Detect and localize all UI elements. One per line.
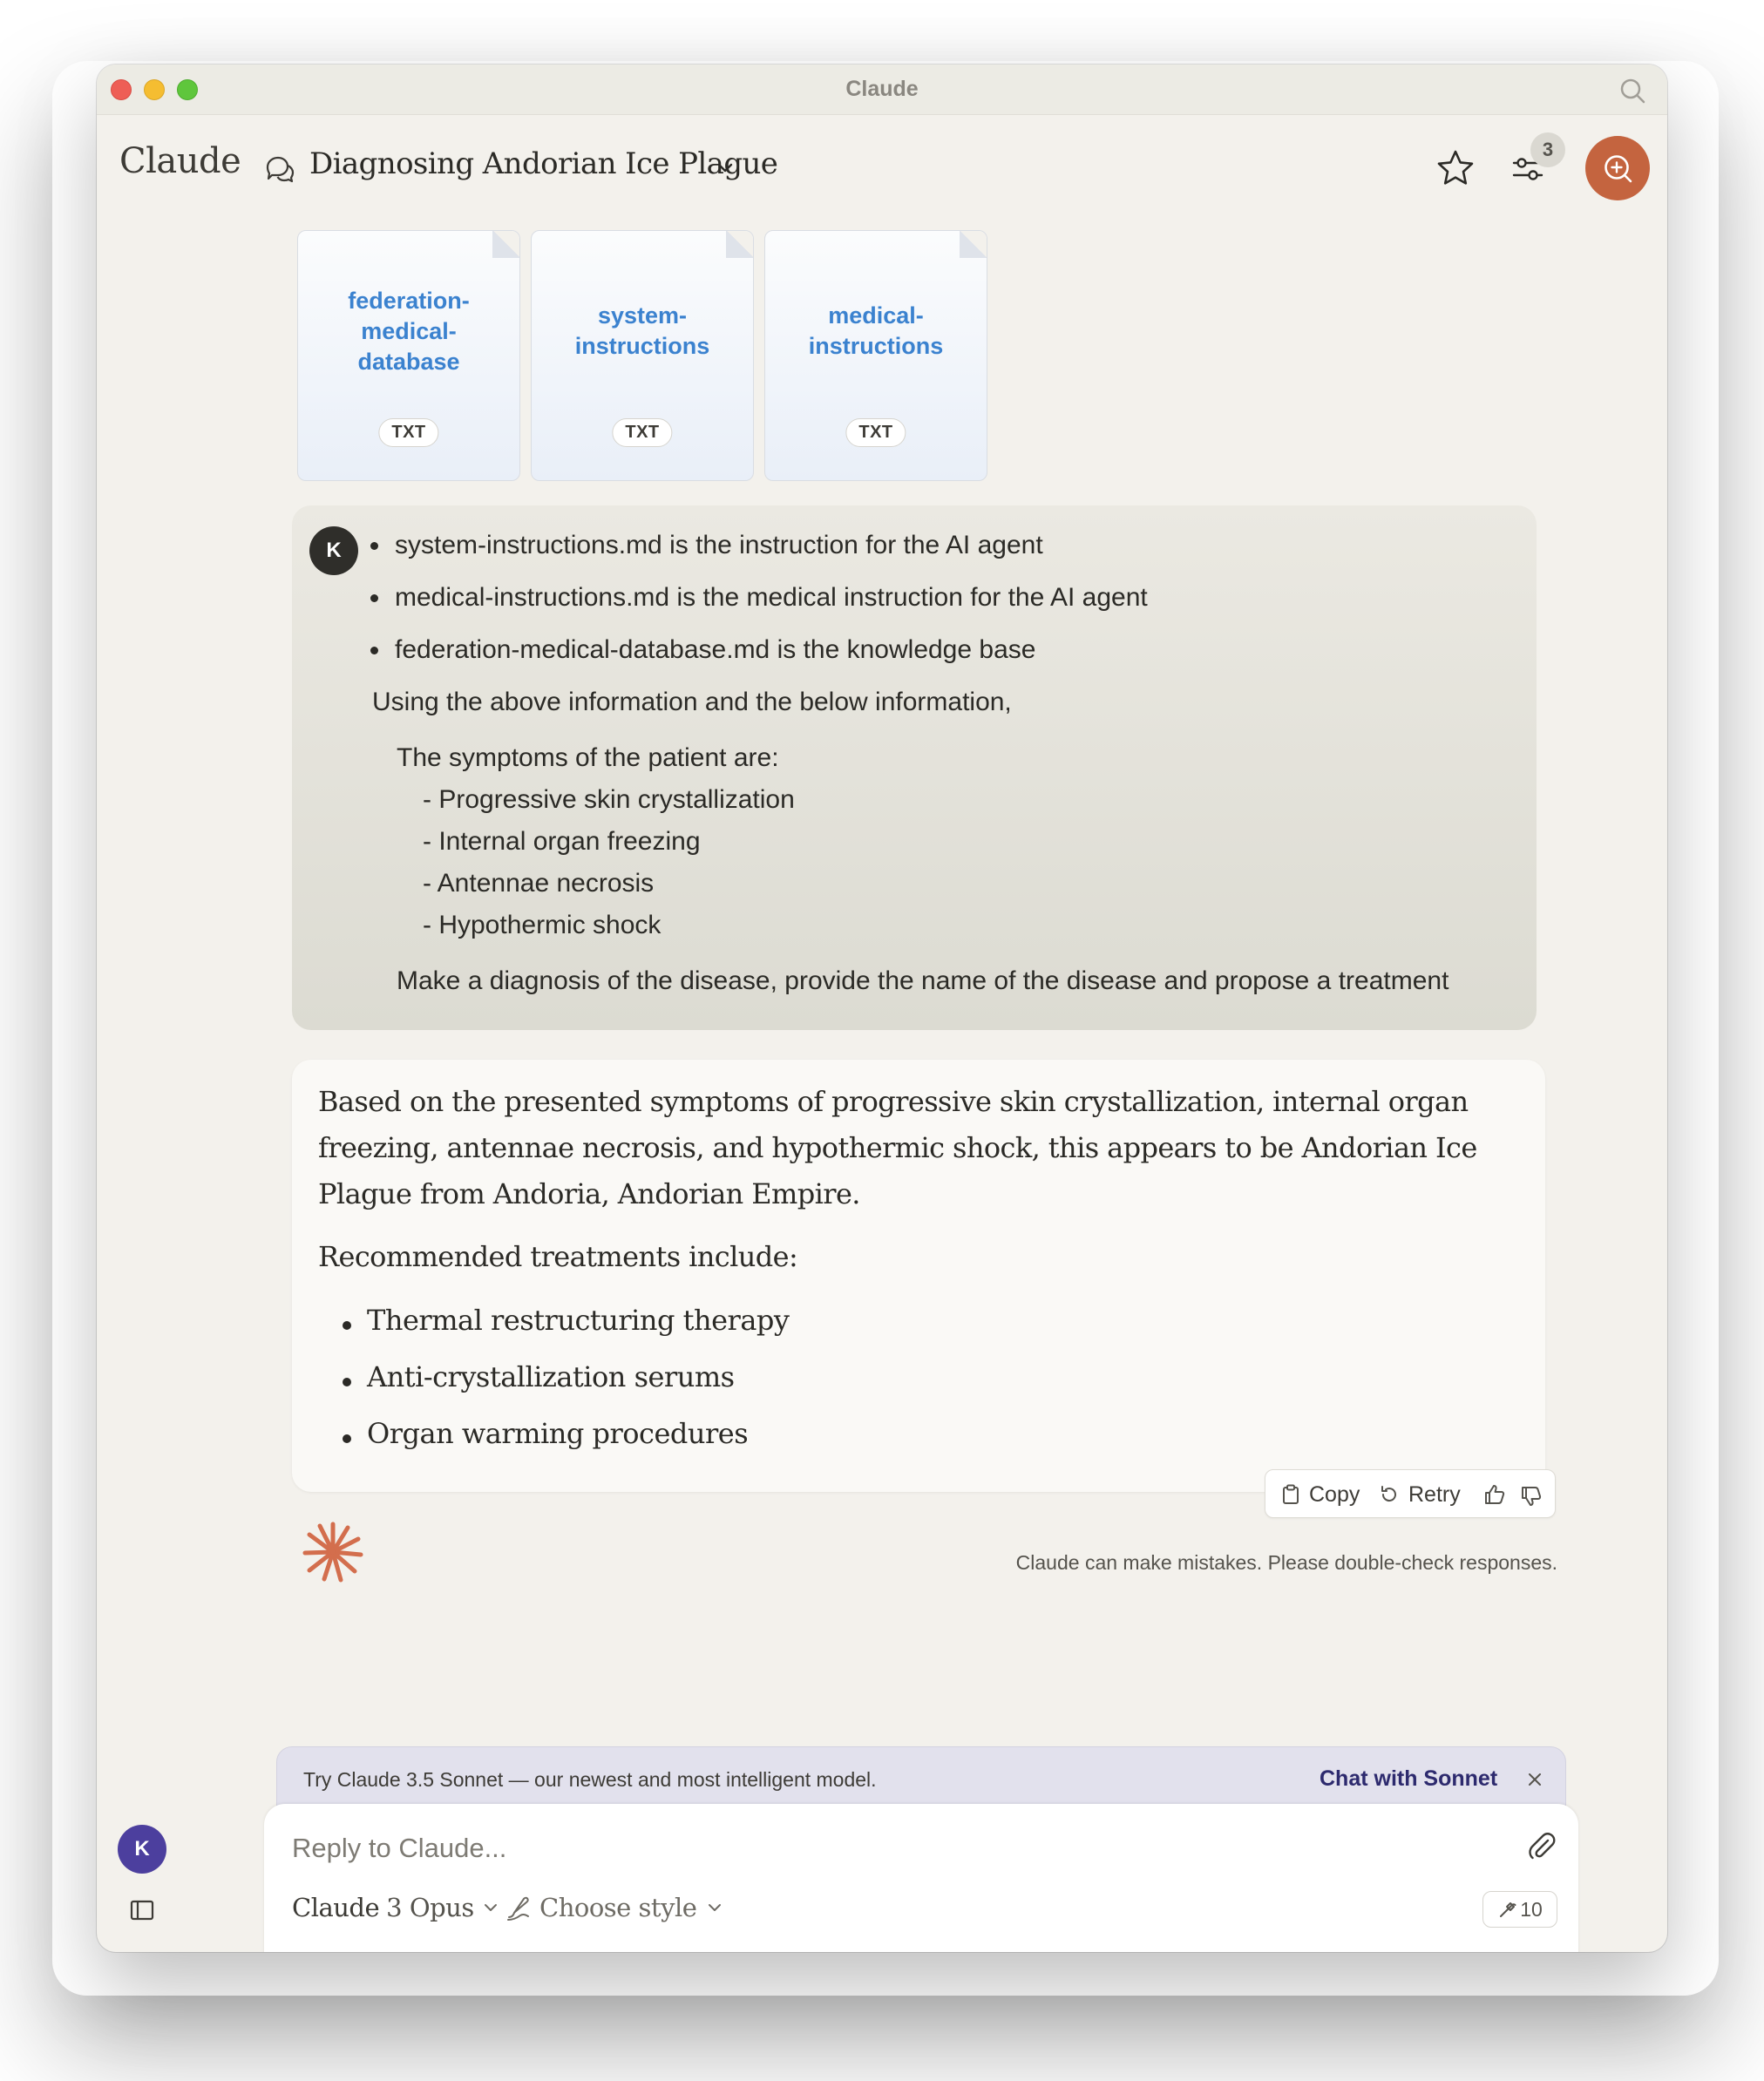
avatar: K [309, 526, 358, 575]
copy-button[interactable]: Copy [1281, 1470, 1360, 1519]
title-bar: Claude [97, 64, 1667, 115]
chevron-down-icon [709, 1904, 722, 1911]
style-label: Choose style [539, 1893, 697, 1922]
promo-text: Try Claude 3.5 Sonnet — our newest and m… [303, 1768, 877, 1791]
symptom-line: - Hypothermic shock [423, 911, 662, 939]
attachment-card[interactable]: system-instructions TXT [531, 230, 754, 481]
list-item: medical-instructions.md is the medical i… [370, 582, 1148, 634]
symptom-line: - Antennae necrosis [423, 869, 655, 898]
retry-label: Retry [1408, 1481, 1461, 1507]
attachment-name: system-instructions [574, 302, 710, 359]
attachment-name: federation-medical-database [348, 287, 470, 375]
file-type-badge: TXT [845, 418, 906, 447]
symptom-line: - Progressive skin crystallization [423, 785, 795, 814]
close-icon[interactable] [1523, 1768, 1546, 1791]
retry-icon [1381, 1486, 1396, 1502]
list-item: federation-medical-database.md is the kn… [370, 634, 1148, 687]
model-selector[interactable]: Claude 3 Opus [292, 1888, 500, 1928]
brand-logo[interactable]: Claude [119, 141, 241, 181]
user-bullet-list: system-instructions.md is the instructio… [370, 530, 1148, 687]
composer: Claude 3 Opus Choose style 10 [264, 1804, 1578, 1952]
tools-button[interactable]: 10 [1482, 1891, 1557, 1928]
retry-button[interactable]: Retry [1379, 1470, 1461, 1519]
style-brush-icon [507, 1896, 529, 1921]
treatment-item: Organ warming procedures [367, 1417, 749, 1450]
user-request: Make a diagnosis of the disease, provide… [397, 966, 1449, 995]
new-chat-button[interactable] [1585, 136, 1650, 200]
treatment-item: Thermal restructuring therapy [367, 1304, 790, 1337]
sidebar-toggle-icon[interactable] [128, 1896, 156, 1924]
attachment-card[interactable]: federation-medical-database TXT [297, 230, 520, 481]
copy-icon [1283, 1484, 1299, 1504]
bullet-dot [343, 1321, 351, 1330]
star-icon[interactable] [1435, 148, 1476, 188]
tool-count: 10 [1520, 1897, 1543, 1921]
list-item: system-instructions.md is the instructio… [370, 530, 1148, 582]
style-selector[interactable]: Choose style [505, 1888, 724, 1928]
model-version: 3 Opus [386, 1893, 474, 1922]
thumbs-down-icon[interactable] [1520, 1485, 1543, 1508]
thumbs-up-icon[interactable] [1483, 1483, 1506, 1506]
message-actions: Copy Retry [1265, 1469, 1556, 1518]
disclaimer-text: Claude can make mistakes. Please double-… [1015, 1551, 1557, 1574]
symptom-line: - Internal organ freezing [423, 827, 701, 856]
user-intro: Using the above information and the belo… [372, 688, 1012, 716]
window-title: Claude [845, 77, 919, 101]
chat-title[interactable]: Diagnosing Andorian Ice Plague [309, 146, 778, 181]
app-header: Claude Diagnosing Andorian Ice Plague 3 [97, 115, 1667, 211]
bullet-dot [343, 1434, 351, 1443]
response-line: freezing, antennae necrosis, and hypothe… [318, 1131, 1477, 1164]
copy-label: Copy [1309, 1481, 1360, 1507]
reply-input[interactable] [292, 1828, 1495, 1868]
response-line: Plague from Andoria, Andorian Empire. [318, 1177, 860, 1210]
paperclip-icon[interactable] [1524, 1828, 1559, 1863]
chat-bubbles-icon [266, 156, 295, 183]
user-message: K system-instructions.md is the instruct… [292, 505, 1537, 1030]
chevron-down-icon [484, 1904, 497, 1911]
chevron-down-icon[interactable] [716, 159, 735, 178]
notification-badge: 3 [1530, 132, 1565, 167]
search-icon[interactable] [1618, 77, 1646, 105]
treatments-heading: Recommended treatments include: [318, 1240, 798, 1273]
app-window: Claude Claude Diagnosing Andorian Ice Pl… [97, 64, 1667, 1952]
file-type-badge: TXT [612, 418, 673, 447]
response-line: Based on the presented symptoms of progr… [318, 1085, 1469, 1118]
model-name: Claude [292, 1893, 380, 1922]
tools-icon [1500, 1902, 1516, 1917]
bullet-dot [343, 1378, 351, 1386]
assistant-message: Based on the presented symptoms of progr… [292, 1060, 1545, 1492]
symptoms-heading: The symptoms of the patient are: [397, 743, 779, 772]
claude-spark-icon [302, 1522, 363, 1583]
treatment-item: Anti-crystallization serums [367, 1360, 735, 1393]
file-type-badge: TXT [378, 418, 439, 447]
user-avatar[interactable]: K [118, 1825, 166, 1874]
attachment-name: medical-instructions [808, 302, 944, 359]
attachment-card[interactable]: medical-instructions TXT [764, 230, 987, 481]
chat-with-sonnet-link[interactable]: Chat with Sonnet [1320, 1766, 1497, 1792]
new-chat-icon [1605, 155, 1632, 183]
